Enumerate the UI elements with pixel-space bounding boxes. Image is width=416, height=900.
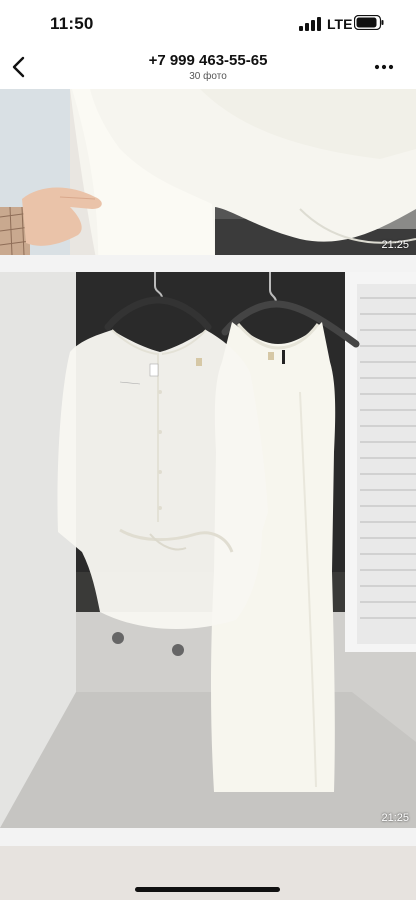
divider — [0, 828, 416, 846]
photo-2-image — [0, 272, 416, 828]
status-bar: 11:50 LTE — [0, 0, 416, 48]
status-time: 11:50 — [50, 14, 94, 33]
photo-1-image — [0, 89, 416, 255]
home-indicator — [135, 887, 280, 892]
photo-2[interactable]: 21:25 — [0, 272, 416, 828]
divider — [0, 255, 416, 272]
chat-header: +7 999 463-55-65 30 фото — [0, 48, 416, 90]
photo-1-time: 21:25 — [381, 239, 409, 251]
more-dots-icon[interactable] — [374, 60, 394, 74]
photo-count: 30 фото — [189, 71, 227, 82]
contact-phone-title[interactable]: +7 999 463-55-65 — [0, 52, 416, 69]
signal-bars-icon — [299, 17, 321, 31]
network-type: LTE — [327, 16, 353, 32]
photo-1[interactable]: 21:25 — [0, 89, 416, 255]
battery-icon — [354, 15, 384, 30]
photo-2-time: 21:25 — [381, 812, 409, 824]
